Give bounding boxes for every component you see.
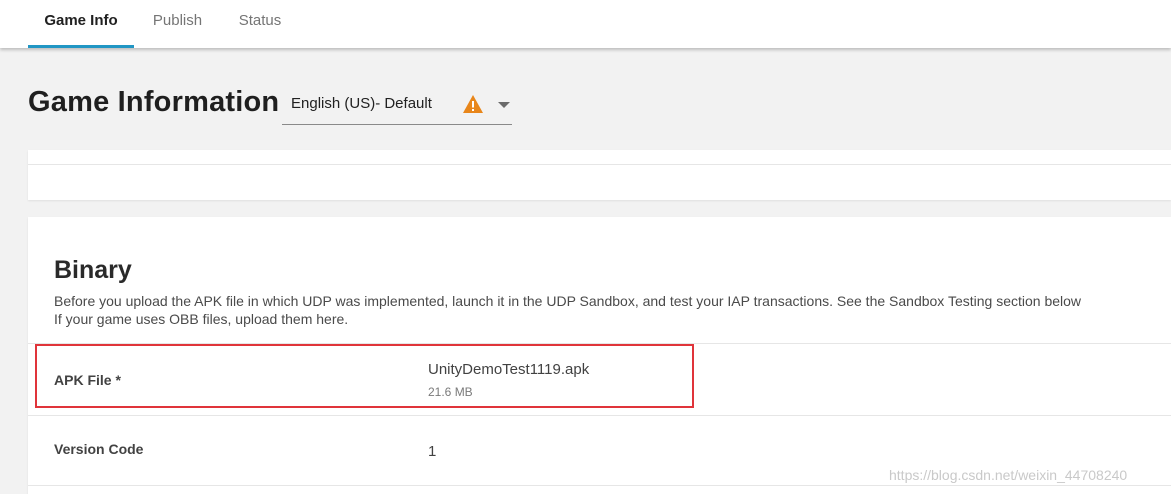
- binary-description-line-1: Before you upload the APK file in which …: [54, 293, 1082, 309]
- divider: [28, 415, 1171, 416]
- language-select-value: English (US)- Default: [291, 95, 432, 112]
- info-card-top: [28, 150, 1171, 200]
- tab-game-info[interactable]: Game Info: [28, 0, 134, 48]
- warning-triangle-icon: [462, 94, 484, 114]
- divider: [28, 485, 1171, 486]
- active-tab-indicator: [28, 45, 134, 48]
- tab-publish[interactable]: Publish: [140, 0, 215, 48]
- tab-status[interactable]: Status: [228, 0, 292, 48]
- divider: [28, 164, 1171, 165]
- watermark-text: https://blog.csdn.net/weixin_44708240: [889, 467, 1128, 483]
- page-title: Game Information: [28, 86, 280, 118]
- version-code-value: 1: [428, 443, 437, 460]
- chevron-down-icon[interactable]: [498, 102, 510, 108]
- apk-highlight-box: [35, 344, 694, 408]
- top-navigation-bar: Game Info Publish Status: [0, 0, 1171, 48]
- binary-section-title: Binary: [54, 256, 132, 284]
- language-select[interactable]: English (US)- Default: [282, 86, 512, 125]
- version-code-label: Version Code: [54, 441, 144, 457]
- binary-description-line-2: If your game uses OBB files, upload them…: [54, 311, 349, 327]
